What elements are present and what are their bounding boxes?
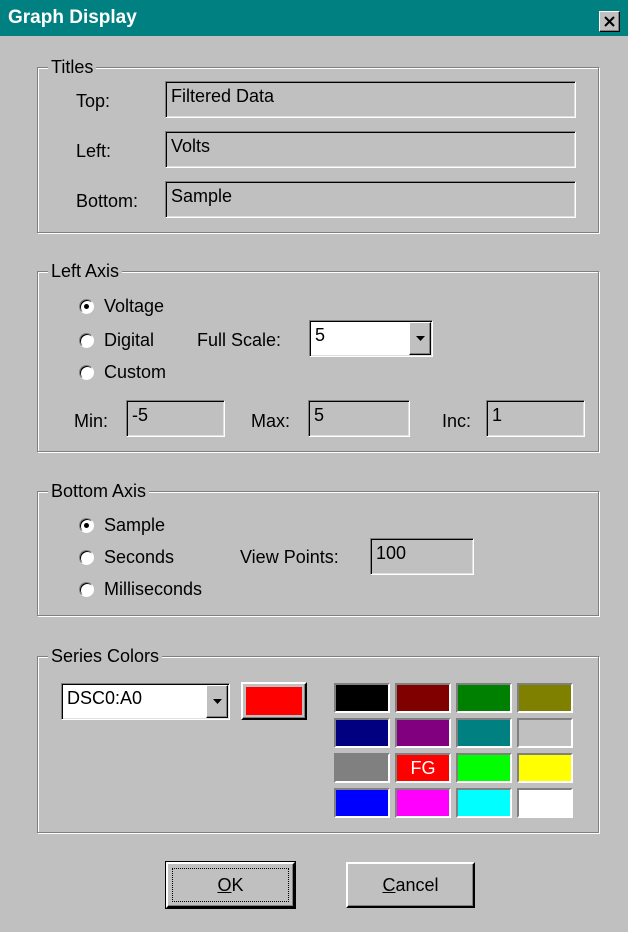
color-swatch[interactable] bbox=[517, 788, 573, 818]
custom-radio[interactable] bbox=[79, 365, 94, 380]
bottom-title-label: Bottom: bbox=[76, 191, 139, 211]
color-swatch[interactable] bbox=[395, 683, 451, 713]
color-swatch[interactable] bbox=[456, 753, 512, 783]
digital-radio-label[interactable]: Digital bbox=[104, 330, 154, 350]
custom-radio-label[interactable]: Custom bbox=[104, 362, 166, 382]
chevron-down-icon bbox=[213, 699, 222, 704]
close-button[interactable] bbox=[599, 11, 620, 32]
chevron-down-icon bbox=[416, 336, 425, 341]
view-points-input[interactable]: 100 bbox=[370, 538, 474, 575]
min-label: Min: bbox=[74, 411, 109, 431]
color-swatch[interactable]: FG bbox=[395, 753, 451, 783]
current-color-button[interactable] bbox=[241, 682, 307, 720]
sample-radio[interactable] bbox=[79, 518, 94, 533]
series-dropdown-button[interactable] bbox=[206, 685, 228, 718]
top-title-input[interactable]: Filtered Data bbox=[165, 81, 576, 118]
voltage-radio-label[interactable]: Voltage bbox=[104, 296, 164, 316]
ok-button[interactable]: OK bbox=[165, 861, 296, 909]
max-label: Max: bbox=[251, 411, 291, 431]
title-bar: Graph Display bbox=[0, 0, 628, 36]
fg-label: FG bbox=[410, 758, 436, 778]
color-swatch[interactable] bbox=[517, 753, 573, 783]
full-scale-dropdown-button[interactable] bbox=[409, 322, 431, 355]
color-swatch[interactable] bbox=[517, 718, 573, 748]
bottom-title-input[interactable]: Sample bbox=[165, 181, 576, 218]
color-swatch[interactable] bbox=[395, 718, 451, 748]
color-swatch[interactable] bbox=[334, 683, 390, 713]
digital-radio[interactable] bbox=[79, 333, 94, 348]
seconds-radio[interactable] bbox=[79, 550, 94, 565]
seconds-radio-label[interactable]: Seconds bbox=[104, 547, 174, 567]
bottom-axis-group-label: Bottom Axis bbox=[48, 481, 150, 501]
ok-button-label: OK bbox=[217, 875, 244, 895]
color-swatch[interactable] bbox=[517, 683, 573, 713]
cancel-button-label: Cancel bbox=[382, 875, 439, 895]
color-swatch[interactable] bbox=[334, 753, 390, 783]
inc-input[interactable]: 1 bbox=[486, 400, 585, 437]
left-title-input[interactable]: Volts bbox=[165, 131, 576, 168]
cancel-button[interactable]: Cancel bbox=[346, 862, 475, 908]
series-select[interactable]: DSC0:A0 bbox=[61, 683, 230, 720]
left-title-label: Left: bbox=[76, 141, 112, 161]
top-title-label: Top: bbox=[76, 91, 111, 111]
milliseconds-radio[interactable] bbox=[79, 582, 94, 597]
current-color-fill bbox=[246, 687, 302, 715]
color-swatch[interactable] bbox=[334, 718, 390, 748]
series-colors-group-label: Series Colors bbox=[48, 646, 163, 666]
color-swatch[interactable] bbox=[334, 788, 390, 818]
titles-group-label: Titles bbox=[48, 57, 97, 77]
milliseconds-radio-label[interactable]: Milliseconds bbox=[104, 579, 202, 599]
left-axis-group-label: Left Axis bbox=[48, 261, 123, 281]
inc-label: Inc: bbox=[442, 411, 472, 431]
sample-radio-label[interactable]: Sample bbox=[104, 515, 165, 535]
min-input[interactable]: -5 bbox=[126, 400, 225, 437]
color-swatch[interactable] bbox=[456, 683, 512, 713]
max-input[interactable]: 5 bbox=[308, 400, 410, 437]
close-icon bbox=[604, 16, 615, 27]
view-points-label: View Points: bbox=[240, 547, 339, 567]
color-swatch[interactable] bbox=[456, 788, 512, 818]
color-swatch[interactable] bbox=[395, 788, 451, 818]
voltage-radio[interactable] bbox=[79, 299, 94, 314]
full-scale-label: Full Scale: bbox=[197, 330, 282, 350]
color-swatch[interactable] bbox=[456, 718, 512, 748]
window-title: Graph Display bbox=[8, 7, 137, 28]
